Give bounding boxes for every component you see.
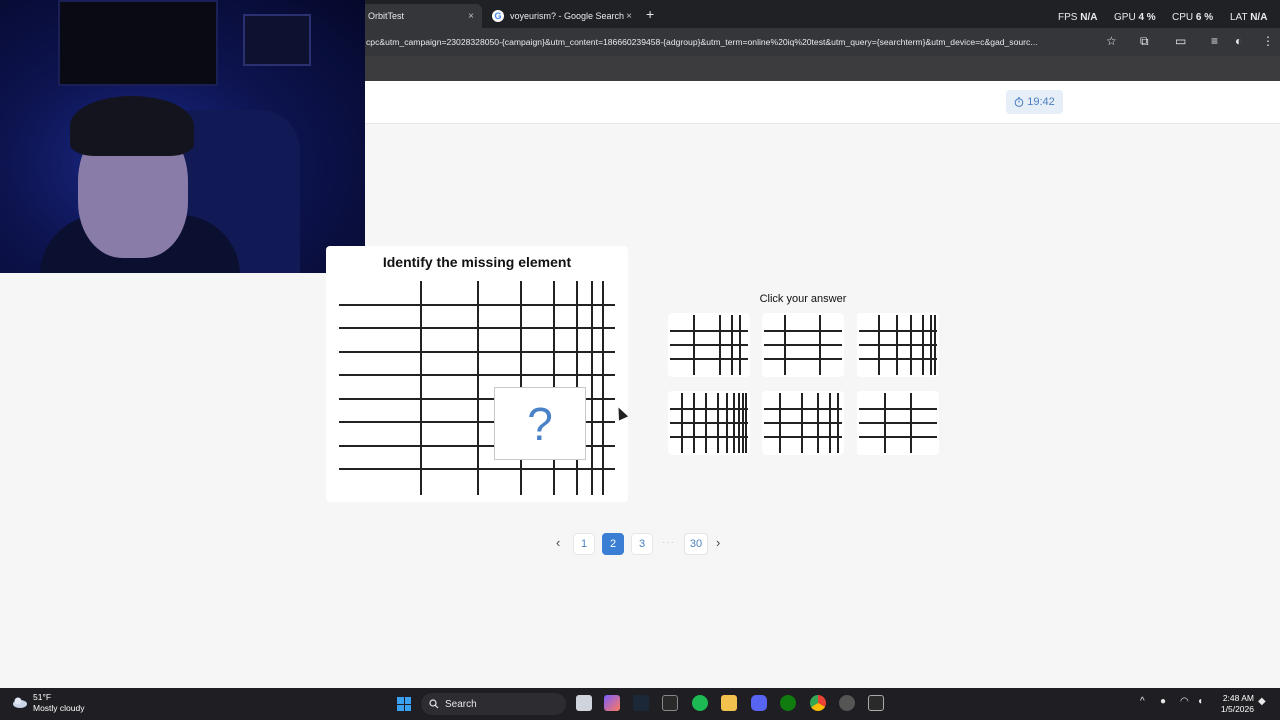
option-grid-figure (859, 393, 937, 453)
fps-value: N/A (1080, 12, 1098, 23)
answer-option-1[interactable] (668, 313, 750, 377)
wifi-icon[interactable]: ◠ (1180, 696, 1189, 707)
app-icon[interactable] (839, 695, 855, 711)
clock-time: 2:48 AM (1222, 693, 1254, 703)
page-button-3[interactable]: 3 (631, 533, 653, 555)
show-hidden-icons-icon[interactable]: ^ (1140, 696, 1145, 707)
answer-option-6[interactable] (857, 391, 939, 455)
copilot-icon[interactable] (604, 695, 620, 711)
lat-readout: LAT N/A (1230, 12, 1267, 23)
xbox-icon[interactable] (780, 695, 796, 711)
system-clock[interactable]: 2:48 AM 1/5/2026 (1210, 693, 1254, 715)
windows-start-icon[interactable] (397, 697, 411, 711)
menu-icon[interactable]: ⋮ (1262, 34, 1274, 48)
answers-title: Click your answer (759, 293, 847, 305)
option-grid-figure (670, 315, 748, 375)
tab-title: OrbitTest (368, 11, 405, 21)
new-tab-button[interactable]: + (646, 6, 654, 22)
person-hair (70, 96, 194, 156)
tab-orbittest[interactable]: OrbitTest × (360, 4, 482, 28)
gpu-label: GPU (1114, 12, 1136, 23)
answer-option-3[interactable] (857, 313, 939, 377)
option-grid-figure (670, 393, 748, 453)
weather-desc: Mostly cloudy (33, 703, 85, 713)
cpu-value: 6 % (1195, 12, 1214, 23)
lat-label: LAT (1230, 12, 1248, 23)
page-button-2[interactable]: 2 (602, 533, 624, 555)
address-bar[interactable]: cpc&utm_campaign=23028328050-{campaign}&… (366, 37, 1100, 47)
tab-title: voyeurism? - Google Search (510, 11, 625, 21)
wall-frame (58, 0, 218, 86)
option-grid-figure (859, 315, 937, 375)
cpu-label: CPU (1172, 12, 1194, 23)
wall-frame (243, 14, 311, 66)
page-button-1[interactable]: 1 (573, 533, 595, 555)
epic-games-icon[interactable] (662, 695, 678, 711)
next-page-button[interactable]: › (716, 535, 720, 550)
search-label: Search (445, 698, 477, 710)
profile-icon[interactable]: ◐ (1235, 34, 1242, 48)
discord-icon[interactable] (751, 695, 767, 711)
question-title: Identify the missing element (382, 254, 572, 270)
answer-option-4[interactable] (668, 391, 750, 455)
file-explorer-icon[interactable] (721, 695, 737, 711)
weather-widget[interactable]: 51°F Mostly cloudy (12, 692, 85, 714)
gpu-value: 4 % (1138, 12, 1156, 23)
webcam-overlay (0, 0, 365, 273)
close-tab-icon[interactable]: × (626, 11, 632, 22)
epic-launcher-icon[interactable] (868, 695, 884, 711)
lat-value: N/A (1250, 12, 1268, 23)
media-control-icon[interactable]: ≡ (1211, 34, 1218, 48)
taskbar-search[interactable]: Search (421, 693, 566, 715)
option-grid-figure (764, 393, 842, 453)
microphone-icon[interactable]: ● (1160, 696, 1166, 707)
timer-badge: 19:42 (1006, 90, 1063, 114)
steam-icon[interactable] (633, 695, 649, 711)
bookmark-star-icon[interactable]: ☆ (1106, 34, 1117, 48)
search-icon (429, 699, 439, 709)
cast-icon[interactable]: ▭ (1175, 34, 1186, 48)
stopwatch-icon (1014, 97, 1024, 107)
question-card: Identify the missing element ? (326, 246, 628, 502)
clock-date: 1/5/2026 (1220, 704, 1254, 714)
volume-icon[interactable]: ◖ (1197, 696, 1203, 707)
close-tab-icon[interactable]: × (468, 11, 474, 22)
spotify-icon[interactable] (692, 695, 708, 711)
answer-option-2[interactable] (762, 313, 844, 377)
cpu-readout: CPU 6 % (1172, 12, 1213, 23)
tab-google-search[interactable]: G voyeurism? - Google Search × (484, 4, 640, 28)
task-view-icon[interactable] (576, 695, 592, 711)
chrome-icon[interactable] (810, 695, 826, 711)
answer-option-5[interactable] (762, 391, 844, 455)
notification-bell-icon[interactable]: ◆ (1258, 696, 1266, 707)
windows-taskbar: 51°F Mostly cloudy Search ^ ● ◠ ◖ 2:48 A… (0, 688, 1280, 720)
missing-element-box: ? (494, 387, 586, 460)
pagination-ellipsis: ··· (662, 537, 675, 548)
prev-page-button[interactable]: ‹ (556, 535, 560, 550)
timer-value: 19:42 (1027, 96, 1055, 108)
gpu-readout: GPU 4 % (1114, 12, 1156, 23)
cloud-icon (13, 697, 27, 708)
google-favicon-icon: G (492, 10, 504, 22)
page-button-30[interactable]: 30 (684, 533, 708, 555)
extensions-icon[interactable]: ⧉ (1140, 34, 1149, 49)
option-grid-figure (764, 315, 842, 375)
weather-temp: 51°F (33, 692, 52, 702)
fps-readout: FPS N/A (1058, 12, 1097, 23)
fps-label: FPS (1058, 12, 1078, 23)
